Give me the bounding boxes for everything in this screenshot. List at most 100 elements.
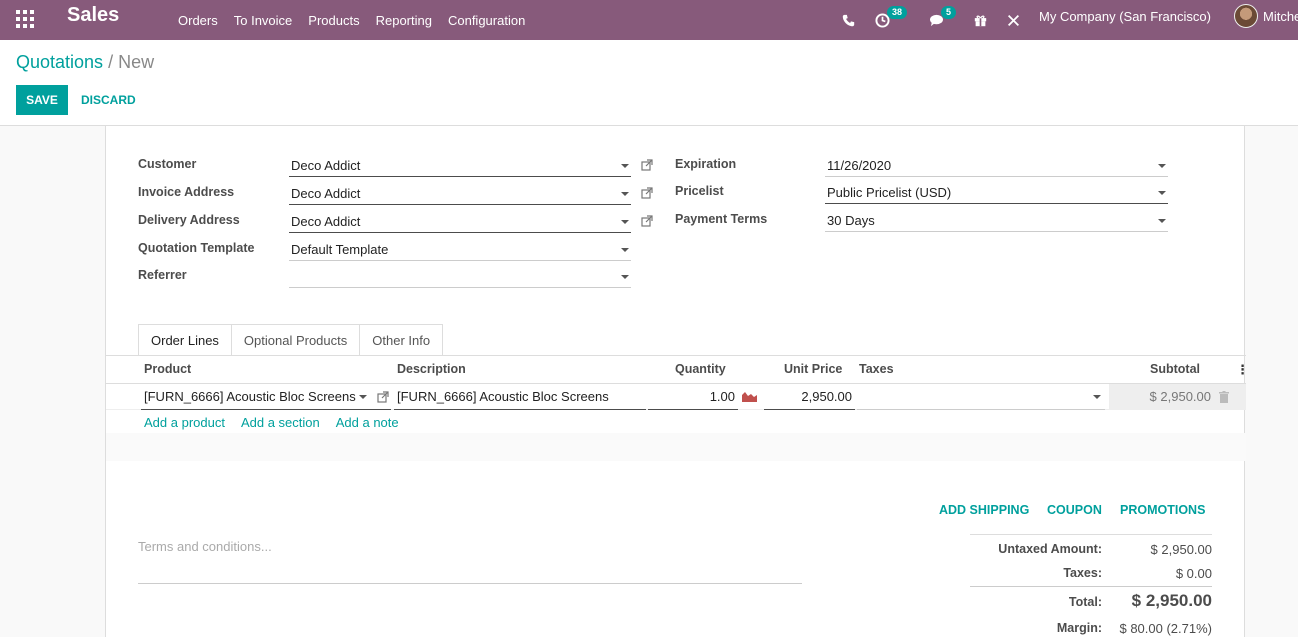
column-product[interactable]: Product [144, 362, 191, 376]
terms-placeholder: Terms and conditions... [138, 539, 272, 554]
order-lines-header: Product Description Quantity Unit Price … [106, 356, 1249, 384]
chevron-down-icon[interactable] [621, 275, 629, 279]
quotation-template-field[interactable]: Default Template [289, 239, 631, 261]
terms-and-conditions-input[interactable]: Terms and conditions... [138, 534, 802, 584]
activity-clock-icon[interactable] [872, 0, 892, 40]
promotions-button[interactable]: PROMOTIONS [1120, 503, 1205, 517]
delivery-address-field[interactable]: Deco Addict [289, 211, 631, 233]
chevron-down-icon[interactable] [621, 220, 629, 224]
payment-terms-value: 30 Days [827, 213, 875, 228]
subtotal-value: $ 2,950.00 [1149, 389, 1211, 404]
delivery-address-label: Delivery Address [138, 213, 240, 227]
chevron-down-icon[interactable] [1158, 164, 1166, 168]
user-avatar[interactable] [1234, 4, 1258, 28]
chevron-down-icon[interactable] [621, 192, 629, 196]
tab-order-lines[interactable]: Order Lines [138, 324, 232, 356]
coupon-button[interactable]: COUPON [1047, 503, 1102, 517]
control-panel: Quotations / New SAVE DISCARD [0, 40, 1298, 126]
description-value: [FURN_6666] Acoustic Bloc Screens [397, 389, 609, 404]
column-taxes[interactable]: Taxes [859, 362, 894, 376]
empty-lines-area [106, 433, 1246, 461]
menu-reporting[interactable]: Reporting [368, 13, 440, 28]
expiration-label: Expiration [675, 157, 737, 171]
add-note-link[interactable]: Add a note [336, 415, 399, 430]
chevron-down-icon[interactable] [1158, 219, 1166, 223]
forecast-chart-icon[interactable] [742, 391, 757, 402]
customer-label: Customer [138, 157, 197, 171]
order-line-row[interactable]: [FURN_6666] Acoustic Bloc Screens [FURN_… [106, 384, 1246, 410]
payment-terms-field[interactable]: 30 Days [825, 210, 1168, 232]
product-value: [FURN_6666] Acoustic Bloc Screens [144, 389, 356, 404]
chevron-down-icon[interactable] [621, 248, 629, 252]
add-line-links: Add a product Add a section Add a note [144, 415, 415, 430]
company-switcher[interactable]: My Company (San Francisco) [1039, 9, 1211, 24]
margin-value: $ 80.00 (2.71%) [1119, 621, 1212, 636]
quantity-input[interactable]: 1.00 [648, 384, 738, 410]
unit-price-input[interactable]: 2,950.00 [764, 384, 855, 410]
menu-configuration[interactable]: Configuration [440, 13, 533, 28]
main-menu: Orders To Invoice Products Reporting Con… [170, 0, 533, 40]
add-product-link[interactable]: Add a product [144, 415, 225, 430]
quantity-value: 1.00 [709, 389, 735, 404]
untaxed-amount-label: Untaxed Amount: [998, 542, 1102, 556]
totals-divider [970, 534, 1212, 535]
invoice-address-value: Deco Addict [291, 186, 361, 201]
column-description[interactable]: Description [397, 362, 466, 376]
payment-terms-label: Payment Terms [675, 212, 768, 226]
messages-count-badge: 5 [941, 6, 957, 19]
column-quantity[interactable]: Quantity [675, 362, 726, 376]
breadcrumb-quotations-link[interactable]: Quotations [16, 52, 103, 72]
form-tabs: Order Lines Optional Products Other Info [138, 324, 444, 356]
customer-field[interactable]: Deco Addict [289, 155, 631, 177]
external-link-icon[interactable] [641, 159, 653, 171]
app-name[interactable]: Sales [67, 4, 119, 27]
pricelist-value: Public Pricelist (USD) [827, 185, 952, 200]
chevron-down-icon[interactable] [1158, 191, 1166, 195]
referrer-label: Referrer [138, 268, 187, 282]
description-input[interactable]: [FURN_6666] Acoustic Bloc Screens [394, 384, 646, 410]
referrer-field[interactable] [289, 266, 631, 288]
quotation-template-value: Default Template [291, 242, 389, 257]
apps-menu-icon[interactable] [16, 10, 34, 28]
add-section-link[interactable]: Add a section [241, 415, 320, 430]
gift-icon[interactable] [972, 0, 988, 40]
external-link-icon[interactable] [377, 391, 389, 403]
debug-tools-icon[interactable] [1005, 0, 1021, 40]
expiration-value: 11/26/2020 [827, 158, 892, 173]
save-button[interactable]: SAVE [16, 85, 68, 115]
product-input[interactable]: [FURN_6666] Acoustic Bloc Screens [141, 384, 391, 410]
menu-orders[interactable]: Orders [170, 13, 226, 28]
taxes-input[interactable] [857, 384, 1105, 410]
invoice-address-field[interactable]: Deco Addict [289, 183, 631, 205]
form-sheet: Customer Deco Addict Invoice Address Dec… [105, 126, 1249, 637]
delivery-address-value: Deco Addict [291, 214, 361, 229]
customer-value: Deco Addict [291, 158, 361, 173]
pricelist-label: Pricelist [675, 184, 724, 198]
external-link-icon[interactable] [641, 187, 653, 199]
chevron-down-icon[interactable] [621, 164, 629, 168]
expiration-field[interactable]: 11/26/2020 [825, 155, 1168, 177]
chevron-down-icon[interactable] [1093, 395, 1101, 399]
margin-label: Margin: [1056, 621, 1102, 635]
external-link-icon[interactable] [641, 215, 653, 227]
add-shipping-button[interactable]: ADD SHIPPING [939, 503, 1029, 517]
column-options-icon[interactable]: ⋮ [1236, 362, 1249, 378]
subtotal-cell: $ 2,950.00 [1109, 384, 1246, 410]
untaxed-amount-value: $ 2,950.00 [1150, 542, 1212, 557]
breadcrumb-separator: / [108, 52, 114, 72]
chevron-down-icon[interactable] [359, 395, 367, 399]
pricelist-field[interactable]: Public Pricelist (USD) [825, 182, 1168, 204]
total-label: Total: [1068, 595, 1102, 609]
trash-icon[interactable] [1219, 391, 1229, 403]
column-unit-price[interactable]: Unit Price [784, 362, 842, 376]
messages-icon[interactable] [927, 0, 945, 40]
user-name[interactable]: Mitchell [1263, 9, 1298, 24]
top-navbar: Sales Orders To Invoice Products Reporti… [0, 0, 1298, 40]
column-subtotal[interactable]: Subtotal [1150, 362, 1200, 376]
menu-to-invoice[interactable]: To Invoice [226, 13, 301, 28]
discard-button[interactable]: DISCARD [81, 93, 136, 107]
phone-icon[interactable] [839, 0, 857, 40]
tab-optional-products[interactable]: Optional Products [231, 324, 361, 356]
tab-other-info[interactable]: Other Info [360, 324, 444, 356]
menu-products[interactable]: Products [300, 13, 367, 28]
